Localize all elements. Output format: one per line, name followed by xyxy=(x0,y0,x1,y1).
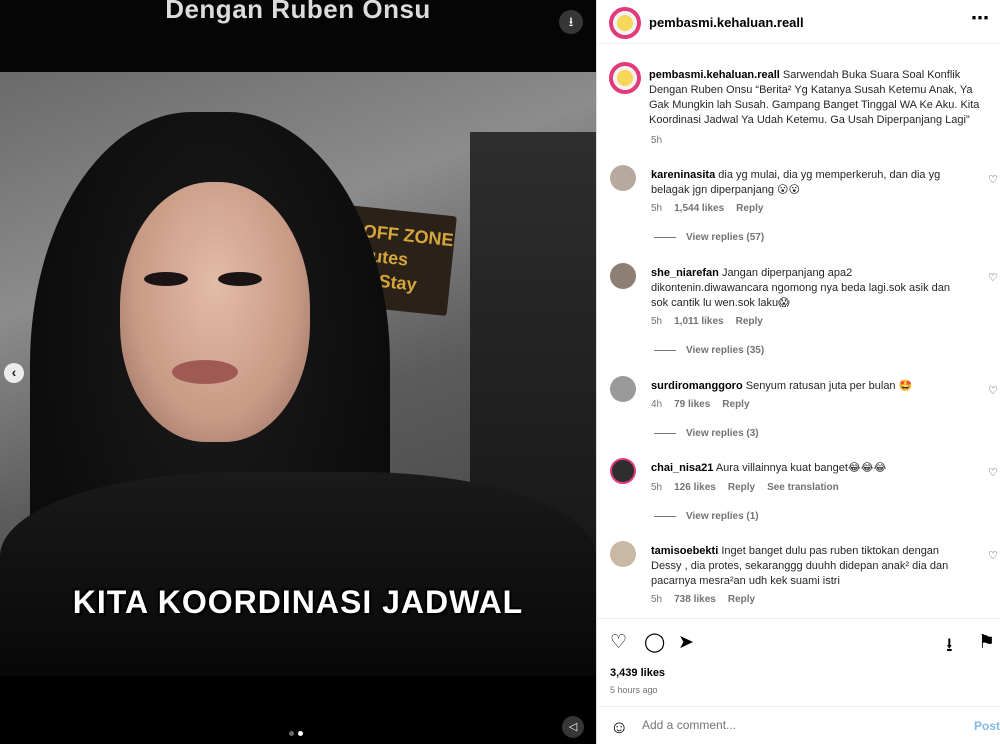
reply-button[interactable]: Reply xyxy=(722,399,749,410)
media-top-caption: Dengan Ruben Onsu xyxy=(165,0,431,24)
comment-icon[interactable]: ◯ xyxy=(644,631,665,654)
header-username[interactable]: pembasmi.kehaluan.reall xyxy=(649,15,804,30)
post-likes-count[interactable]: 3,439 likes xyxy=(610,667,665,679)
reply-button[interactable]: Reply xyxy=(728,482,755,493)
carousel-dots xyxy=(289,731,303,736)
save-bookmark-icon[interactable]: ⚑ xyxy=(978,631,995,654)
like-comment-heart-icon[interactable]: ♡ xyxy=(988,549,998,562)
carousel-dot-active xyxy=(298,731,303,736)
previous-slide-button[interactable]: ‹ xyxy=(4,363,24,383)
avatar[interactable] xyxy=(610,263,636,289)
comment-text: Aura villainnya kuat banget😂😂😂 xyxy=(715,462,887,474)
comment-username[interactable]: tamisoebekti xyxy=(651,545,718,557)
comment-username[interactable]: surdiromanggoro xyxy=(651,380,743,392)
comment-body: chai_nisa21 Aura villainnya kuat banget😂… xyxy=(651,461,969,476)
emoji-icon[interactable]: ☺ xyxy=(610,717,628,738)
reply-button[interactable]: Reply xyxy=(736,316,763,327)
comment-meta: 5h 738 likes Reply xyxy=(651,594,755,605)
view-replies-button[interactable]: View replies (57) xyxy=(654,232,764,243)
view-replies-label: View replies (3) xyxy=(686,428,759,439)
view-replies-line xyxy=(654,350,676,351)
view-replies-label: View replies (57) xyxy=(686,232,765,243)
comment-time: 5h xyxy=(651,594,663,605)
see-translation-button[interactable]: See translation xyxy=(767,482,839,493)
caption-time: 5h xyxy=(651,135,663,146)
avatar[interactable] xyxy=(610,541,636,567)
avatar[interactable] xyxy=(610,458,636,484)
reply-button[interactable]: Reply xyxy=(728,594,755,605)
comment-time: 5h xyxy=(651,482,663,493)
comment-username[interactable]: chai_nisa21 xyxy=(651,462,713,474)
post-timestamp: 5 hours ago xyxy=(610,685,658,695)
download-post-icon[interactable]: ⭳ xyxy=(946,631,953,663)
comment-body: she_niarefan Jangan diperpanjang apa2 di… xyxy=(651,266,969,311)
comment-likes[interactable]: 1,011 likes xyxy=(674,316,724,327)
like-comment-heart-icon[interactable]: ♡ xyxy=(988,271,998,284)
reply-button[interactable]: Reply xyxy=(736,203,763,214)
video-frame: OFF ZONE nutes m Stay KITA KOORDINASI JA… xyxy=(0,72,596,676)
video-subtitle-text: KITA KOORDINASI JADWAL xyxy=(72,584,524,620)
view-replies-button[interactable]: View replies (3) xyxy=(654,428,759,439)
caption-username[interactable]: pembasmi.kehaluan.reall xyxy=(649,69,780,81)
person-jacket xyxy=(0,472,596,676)
comment-body: kareninasita dia yg mulai, dia yg memper… xyxy=(651,168,969,198)
comment-likes[interactable]: 79 likes xyxy=(674,399,710,410)
view-replies-label: View replies (35) xyxy=(686,345,765,356)
like-comment-heart-icon[interactable]: ♡ xyxy=(988,466,998,479)
comment-username[interactable]: she_niarefan xyxy=(651,267,719,279)
view-replies-label: View replies (1) xyxy=(686,511,759,522)
comment-body: surdiromanggoro Senyum ratusan juta per … xyxy=(651,379,969,394)
media-top-band: Dengan Ruben Onsu xyxy=(0,0,596,72)
comment-likes[interactable]: 738 likes xyxy=(674,594,716,605)
share-icon[interactable]: ➤ xyxy=(678,631,694,654)
view-replies-line xyxy=(654,237,676,238)
person-lips xyxy=(172,360,238,384)
comment-text: Senyum ratusan juta per bulan 🤩 xyxy=(745,380,913,392)
comment-input[interactable] xyxy=(642,718,942,732)
like-comment-heart-icon[interactable]: ♡ xyxy=(988,384,998,397)
comment-meta: 4h 79 likes Reply xyxy=(651,399,750,410)
comment-likes[interactable]: 1,544 likes xyxy=(674,203,724,214)
carousel-dot xyxy=(289,731,294,736)
comment-time: 4h xyxy=(651,399,663,410)
video-subtitle: KITA KOORDINASI JADWAL xyxy=(0,584,596,621)
avatar[interactable] xyxy=(610,376,636,402)
like-comment-heart-icon[interactable]: ♡ xyxy=(988,173,998,186)
comment-meta: 5h 1,544 likes Reply xyxy=(651,203,763,214)
post-media[interactable]: Dengan Ruben Onsu OFF ZONE nutes m Stay … xyxy=(0,0,596,744)
more-options-icon[interactable]: ⋯ xyxy=(971,8,990,29)
view-replies-line xyxy=(654,516,676,517)
caption-text-block: pembasmi.kehaluan.reall Sarwendah Buka S… xyxy=(649,68,989,128)
comment-meta: 5h 126 likes Reply See translation xyxy=(651,482,839,493)
caption-avatar[interactable] xyxy=(609,62,641,94)
avatar[interactable] xyxy=(609,7,641,39)
mute-icon[interactable]: ◁ xyxy=(562,716,584,738)
post-header: pembasmi.kehaluan.reall ⋯ xyxy=(597,0,1000,44)
download-icon[interactable]: ⭳ xyxy=(559,10,583,34)
view-replies-line xyxy=(654,433,676,434)
like-heart-icon[interactable]: ♡ xyxy=(610,631,627,654)
post-comment-button[interactable]: Post xyxy=(974,719,1000,733)
person-eye-left xyxy=(144,272,188,286)
comment-body: tamisoebekti Inget banget dulu pas ruben… xyxy=(651,544,969,589)
comment-time: 5h xyxy=(651,203,663,214)
add-comment-bar: ☺ Post xyxy=(596,706,1000,744)
view-replies-button[interactable]: View replies (35) xyxy=(654,345,764,356)
comment-likes[interactable]: 126 likes xyxy=(674,482,716,493)
person-face xyxy=(120,182,310,442)
comment-time: 5h xyxy=(651,316,663,327)
comment-username[interactable]: kareninasita xyxy=(651,169,715,181)
view-replies-button[interactable]: View replies (1) xyxy=(654,511,759,522)
person-eye-right xyxy=(218,272,262,286)
comment-meta: 5h 1,011 likes Reply xyxy=(651,316,763,327)
avatar[interactable] xyxy=(610,165,636,191)
